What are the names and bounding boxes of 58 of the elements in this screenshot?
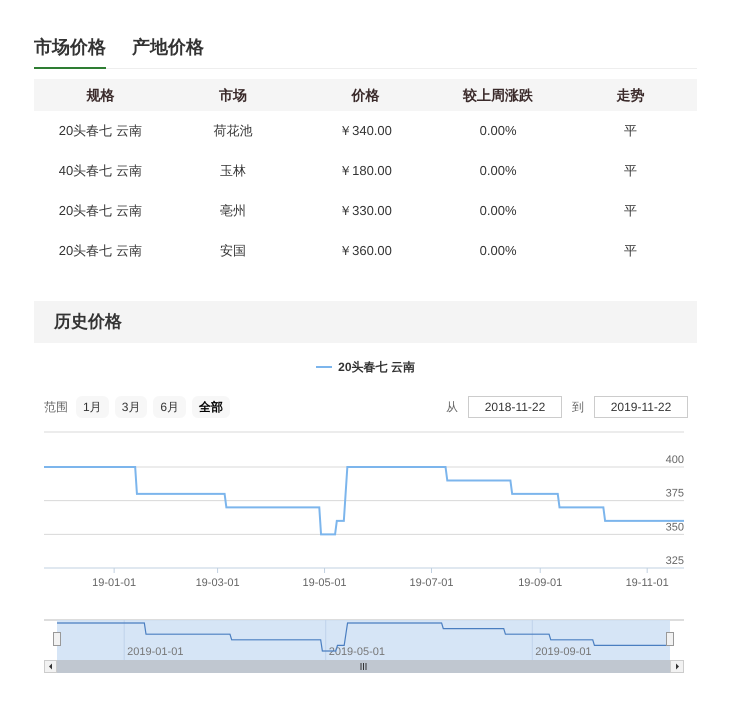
section-title: 历史价格 (54, 311, 122, 334)
column-header: 市场 (218, 86, 248, 104)
range-button[interactable]: 1月 (76, 396, 109, 418)
column-header: 较上周涨跌 (462, 86, 534, 104)
table-cell-text: 荷花池 (212, 122, 254, 140)
table-cell-text: 平 (623, 122, 638, 140)
left-handle[interactable] (53, 632, 61, 646)
table-cell-text: ￥340.00 (338, 122, 393, 140)
column-header: 走势 (616, 86, 646, 104)
table-cell-text: 安国 (218, 242, 247, 260)
table-cell-text: 玉林 (218, 162, 247, 180)
table-cell-text: 0.00% (478, 202, 518, 220)
table-cell-text: 20头春七 云南 (58, 122, 143, 140)
column-header: 规格 (85, 86, 116, 104)
x-tick-label: 19-11-01 (626, 577, 669, 589)
table-cell-text: 0.00% (478, 162, 518, 180)
table-cell-text: 0.00% (478, 122, 518, 140)
table-cell-text: ￥330.00 (338, 202, 393, 220)
tab[interactable]: 市场价格 (34, 28, 106, 69)
y-tick-label: 325 (666, 555, 684, 567)
scrollbar-thumb[interactable] (57, 660, 670, 673)
legend-label: 20头春七 云南 (338, 359, 415, 376)
navigator-date-label: 2019-01-01 (127, 646, 184, 658)
y-tick-label: 375 (666, 488, 684, 500)
to-date-field[interactable]: 2019-11-22 (594, 396, 688, 418)
x-tick-label: 19-01-01 (92, 577, 136, 589)
table-cell-text: 平 (623, 242, 638, 260)
table-cell-text: 40头春七 云南 (58, 162, 143, 180)
table-cell-text: 平 (623, 202, 638, 220)
table-cell-text: 20头春七 云南 (58, 242, 143, 260)
legend-line-icon (316, 365, 332, 369)
y-tick-label: 400 (666, 454, 684, 466)
table-cell-text: 亳州 (218, 202, 247, 220)
x-tick-label: 19-03-01 (196, 577, 240, 589)
navigator-date-label: 2019-05-01 (328, 646, 385, 658)
y-tick-label: 350 (666, 521, 684, 534)
scroll-right-button[interactable] (670, 660, 684, 673)
table-cell-text: ￥180.00 (338, 162, 393, 180)
right-handle[interactable] (666, 632, 674, 646)
table-cell-text: 20头春七 云南 (58, 202, 143, 220)
range-button[interactable]: 全部 (192, 396, 230, 418)
table-cell-text: 平 (623, 162, 638, 180)
range-button[interactable]: 6月 (153, 396, 186, 418)
range-button[interactable]: 3月 (114, 396, 148, 418)
scroll-left-button[interactable] (44, 660, 57, 673)
grip-icon (360, 662, 366, 670)
x-tick-label: 19-09-01 (518, 577, 562, 589)
to-label: 到 (572, 399, 584, 416)
tab[interactable]: 产地价格 (132, 28, 204, 69)
x-tick-label: 19-07-01 (409, 577, 454, 589)
from-label: 从 (446, 399, 458, 416)
table-cell-text: ￥360.00 (338, 242, 393, 260)
range-label: 范围 (44, 399, 68, 416)
from-date-field[interactable]: 2018-11-22 (468, 396, 562, 418)
x-tick-label: 19-05-01 (302, 577, 347, 589)
column-header: 价格 (350, 86, 380, 104)
table-cell-text: 0.00% (478, 242, 518, 260)
navigator-date-label: 2019-09-01 (535, 646, 592, 658)
